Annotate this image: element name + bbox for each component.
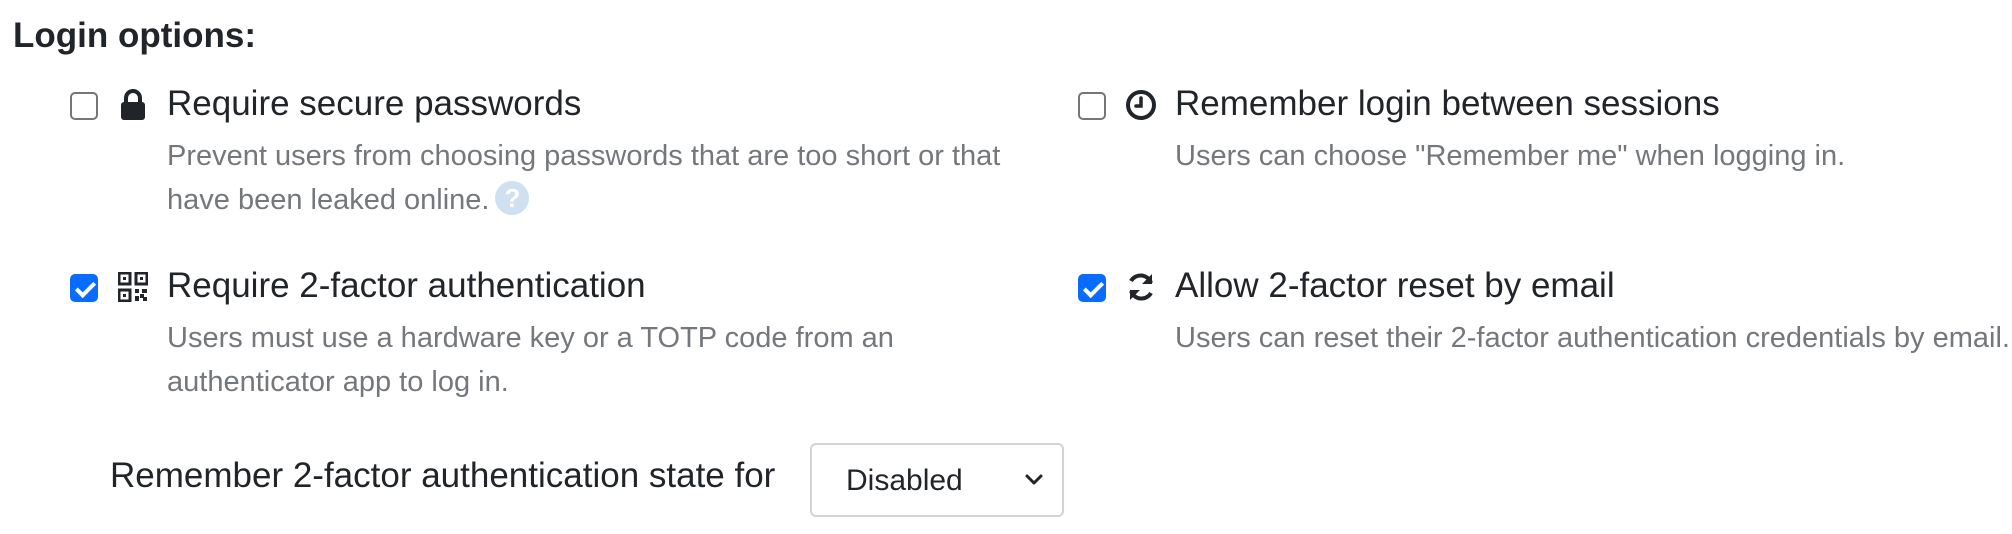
require-secure-passwords-checkbox[interactable] — [70, 92, 98, 120]
option-description: Users can reset their 2-factor authentic… — [1175, 322, 2010, 354]
remember-2fa-label: Remember 2-factor authentication state f… — [110, 456, 776, 495]
remember-2fa-select[interactable]: Disabled — [810, 443, 1064, 517]
section-title: Login options: — [13, 16, 256, 55]
option-title: Require secure passwords — [167, 84, 582, 123]
remember-login-checkbox[interactable] — [1078, 92, 1106, 120]
question-circle-icon[interactable]: ? — [495, 181, 530, 216]
require-2fa-checkbox[interactable] — [70, 274, 98, 302]
option-title: Allow 2-factor reset by email — [1175, 266, 1615, 305]
option-title: Require 2-factor authentication — [167, 266, 646, 305]
chevron-down-icon — [1024, 473, 1044, 487]
option-description: Prevent users from choosing passwords th… — [167, 140, 1001, 216]
clock-icon — [1124, 88, 1158, 122]
login-options-panel: Login options: Require secure passwords … — [0, 0, 2012, 534]
select-value: Disabled — [846, 464, 963, 497]
option-description: Users can choose "Remember me" when logg… — [1175, 140, 1846, 172]
allow-2fa-reset-checkbox[interactable] — [1078, 274, 1106, 302]
option-title: Remember login between sessions — [1175, 84, 1720, 123]
lock-icon — [116, 88, 150, 122]
option-description: Users must use a hardware key or a TOTP … — [167, 322, 894, 398]
refresh-icon — [1124, 270, 1158, 304]
qrcode-icon — [116, 270, 150, 304]
